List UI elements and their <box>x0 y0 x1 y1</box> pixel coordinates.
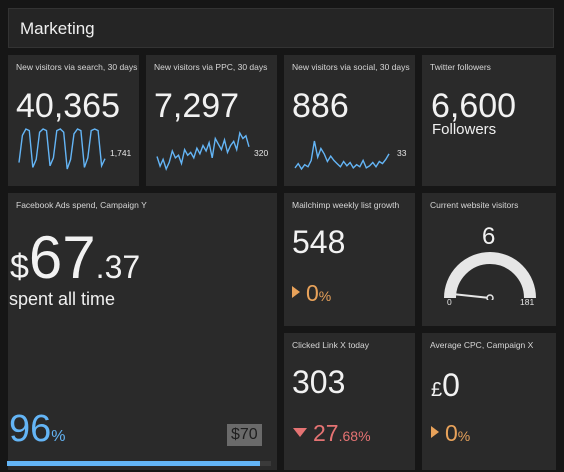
gauge-max-label: 181 <box>520 297 535 307</box>
tile-mailchimp-growth[interactable]: Mailchimp weekly list growth 548 0% <box>284 193 415 326</box>
cpc-value: £0 <box>431 368 460 402</box>
change-value: 0 <box>445 420 458 446</box>
amount-integer: 67 <box>28 224 96 291</box>
social-last-value: 33 <box>397 148 407 158</box>
gauge-hub <box>486 294 494 300</box>
tile-search-visitors[interactable]: New visitors via search, 30 days 40,365 … <box>8 55 139 186</box>
percent-unit: % <box>51 428 66 445</box>
currency-symbol: £ <box>431 379 443 401</box>
mailchimp-change: 0% <box>292 282 331 305</box>
tile-clicked-link[interactable]: Clicked Link X today 303 27.68% <box>284 333 415 470</box>
change-unit: % <box>457 428 471 444</box>
gauge-needle <box>452 293 491 299</box>
tile-title: New visitors via search, 30 days <box>16 62 138 72</box>
ppc-sparkline <box>156 131 250 171</box>
clicked-link-change: 27.68% <box>293 422 371 445</box>
change-unit: % <box>358 428 371 444</box>
sparkline-path <box>156 131 250 171</box>
arrow-right-icon <box>292 286 300 298</box>
arrow-down-icon <box>293 428 307 437</box>
tile-title: Average CPC, Campaign X <box>430 340 534 350</box>
ppc-visitors-value: 7,297 <box>154 87 240 125</box>
cpc-change: 0% <box>431 422 470 445</box>
social-visitors-value: 886 <box>292 87 349 125</box>
facebook-target-badge: $70 <box>227 424 262 446</box>
facebook-spend-amount: $67.37 <box>10 228 140 288</box>
facebook-spend-caption: spent all time <box>9 289 116 309</box>
currency-symbol: $ <box>10 248 29 286</box>
twitter-followers-label: Followers <box>432 121 497 138</box>
dashboard-title: Marketing <box>20 19 95 38</box>
sparkline-path <box>294 140 390 171</box>
tile-title: Facebook Ads spend, Campaign Y <box>16 200 147 210</box>
tile-twitter-followers[interactable]: Twitter followers 6,600 Followers <box>422 55 556 186</box>
tile-title: New visitors via PPC, 30 days <box>154 62 268 72</box>
search-sparkline <box>18 128 106 170</box>
gauge-track <box>444 252 536 299</box>
clicked-link-value: 303 <box>292 364 346 400</box>
tile-title: New visitors via social, 30 days <box>292 62 410 72</box>
change-unit: % <box>318 288 332 304</box>
social-sparkline <box>294 140 390 171</box>
ppc-last-value: 320 <box>254 148 269 158</box>
tile-ppc-visitors[interactable]: New visitors via PPC, 30 days 7,297 320 <box>146 55 277 186</box>
sparkline-path <box>18 128 106 170</box>
change-integer: 27 <box>313 420 339 446</box>
tile-title: Current website visitors <box>430 200 519 210</box>
amount-decimal: .37 <box>95 249 141 285</box>
tile-average-cpc[interactable]: Average CPC, Campaign X £0 0% <box>422 333 556 470</box>
current-visitors-value: 6 <box>482 223 496 250</box>
facebook-progress-fill <box>7 461 261 466</box>
facebook-progress-percent: 96% <box>9 410 66 448</box>
change-decimal: .68 <box>338 428 359 444</box>
tile-current-visitors[interactable]: Current website visitors 6 0 181 <box>422 193 556 326</box>
change-value: 0 <box>306 280 319 306</box>
cpc-amount: 0 <box>442 367 460 403</box>
visitors-gauge <box>444 252 536 300</box>
arrow-right-icon <box>431 426 439 438</box>
tile-social-visitors[interactable]: New visitors via social, 30 days 886 33 <box>284 55 415 186</box>
search-visitors-value: 40,365 <box>16 87 120 125</box>
mailchimp-value: 548 <box>292 224 346 260</box>
percent-value: 96 <box>9 408 52 450</box>
dashboard-header: Marketing <box>8 8 554 48</box>
twitter-followers-value: 6,600 <box>431 87 517 125</box>
facebook-progress-bar <box>7 461 271 466</box>
gauge-min-label: 0 <box>447 297 452 307</box>
search-last-value: 1,741 <box>110 148 132 158</box>
tile-title: Twitter followers <box>430 62 491 72</box>
tile-title: Clicked Link X today <box>292 340 370 350</box>
tile-title: Mailchimp weekly list growth <box>292 200 400 210</box>
